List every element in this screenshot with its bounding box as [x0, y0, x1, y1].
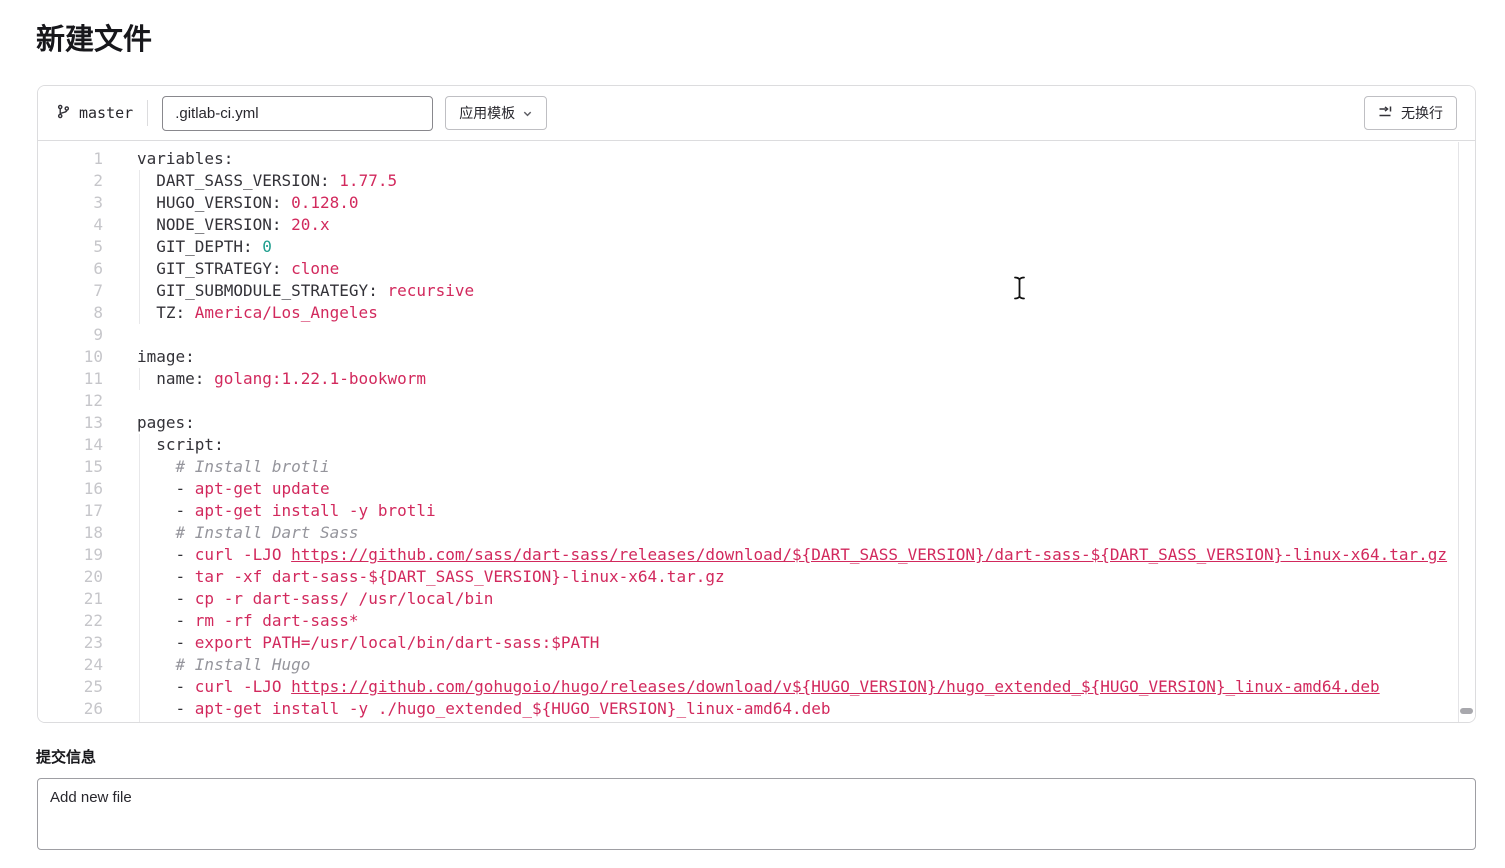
editor-toolbar: master 应用模板 无换行: [38, 86, 1475, 141]
line-number: 23: [38, 632, 103, 654]
apply-template-label: 应用模板: [459, 103, 515, 123]
line-number: 16: [38, 478, 103, 500]
line-number: 9: [38, 324, 103, 346]
code-line: 16 - apt-get update: [38, 478, 1475, 500]
code-line: 5 GIT_DEPTH: 0: [38, 236, 1475, 258]
line-number: 18: [38, 522, 103, 544]
code-line-content: # Install Hugo: [137, 654, 310, 676]
code-line: 3 HUGO_VERSION: 0.128.0: [38, 192, 1475, 214]
line-number: 24: [38, 654, 103, 676]
code-line-content: - rm -rf hugo_extended_${HUGO_VERSION}_l…: [137, 720, 696, 722]
code-line: 26 - apt-get install -y ./hugo_extended_…: [38, 698, 1475, 720]
code-line-content: variables:: [137, 148, 233, 170]
code-line: 2 DART_SASS_VERSION: 1.77.5: [38, 170, 1475, 192]
code-line: 15 # Install brotli: [38, 456, 1475, 478]
code-line: 8 TZ: America/Los_Angeles: [38, 302, 1475, 324]
page-title: 新建文件: [36, 16, 152, 58]
line-number: 27: [38, 720, 103, 722]
chevron-down-icon: [522, 106, 533, 122]
code-line: 14 script:: [38, 434, 1475, 456]
code-line: 10 image:: [38, 346, 1475, 368]
code-line-content: NODE_VERSION: 20.x: [137, 214, 330, 236]
code-line-content: - curl -LJO https://github.com/gohugoio/…: [137, 676, 1380, 698]
line-number: 10: [38, 346, 103, 368]
code-line-content: - cp -r dart-sass/ /usr/local/bin: [137, 588, 493, 610]
scrollbar-thumb[interactable]: [1460, 708, 1473, 714]
line-number: 20: [38, 566, 103, 588]
line-number: 22: [38, 610, 103, 632]
code-line: 22 - rm -rf dart-sass*: [38, 610, 1475, 632]
commit-message-input[interactable]: Add new file: [37, 778, 1476, 850]
git-branch-icon: [56, 104, 71, 123]
code-line: 7 GIT_SUBMODULE_STRATEGY: recursive: [38, 280, 1475, 302]
line-number: 6: [38, 258, 103, 280]
line-number: 8: [38, 302, 103, 324]
code-line-content: # Install Dart Sass: [137, 522, 359, 544]
line-number: 4: [38, 214, 103, 236]
code-line: 25 - curl -LJO https://github.com/gohugo…: [38, 676, 1475, 698]
code-line-content: GIT_STRATEGY: clone: [137, 258, 339, 280]
no-wrap-label: 无换行: [1401, 103, 1443, 123]
code-line: 19 - curl -LJO https://github.com/sass/d…: [38, 544, 1475, 566]
line-number: 12: [38, 390, 103, 412]
filename-input[interactable]: [162, 96, 433, 131]
scrollbar-track: [1458, 142, 1459, 722]
code-line-content: TZ: America/Los_Angeles: [137, 302, 378, 324]
code-line: 20 - tar -xf dart-sass-${DART_SASS_VERSI…: [38, 566, 1475, 588]
apply-template-button[interactable]: 应用模板: [445, 96, 547, 130]
code-line-content: HUGO_VERSION: 0.128.0: [137, 192, 359, 214]
line-number: 11: [38, 368, 103, 390]
code-line: 27 - rm -rf hugo_extended_${HUGO_VERSION…: [38, 720, 1475, 722]
soft-wrap-icon: [1378, 104, 1394, 123]
branch-selector[interactable]: master: [56, 104, 133, 123]
code-line: 18 # Install Dart Sass: [38, 522, 1475, 544]
toolbar-divider: [147, 100, 148, 126]
code-line: 13 pages:: [38, 412, 1475, 434]
code-line-content: - apt-get update: [137, 478, 330, 500]
file-editor-card: master 应用模板 无换行 1v: [37, 85, 1476, 723]
line-number: 1: [38, 148, 103, 170]
code-line-content: GIT_SUBMODULE_STRATEGY: recursive: [137, 280, 474, 302]
code-line-content: GIT_DEPTH: 0: [137, 236, 272, 258]
line-number: 15: [38, 456, 103, 478]
line-number: 3: [38, 192, 103, 214]
code-line-content: # Install brotli: [137, 456, 330, 478]
code-line: 4 NODE_VERSION: 20.x: [38, 214, 1475, 236]
code-line-content: script:: [137, 434, 224, 456]
code-line: 12: [38, 390, 1475, 412]
code-line-content: - curl -LJO https://github.com/sass/dart…: [137, 544, 1447, 566]
code-line: 24 # Install Hugo: [38, 654, 1475, 676]
code-line-content: - tar -xf dart-sass-${DART_SASS_VERSION}…: [137, 566, 725, 588]
code-line: 23 - export PATH=/usr/local/bin/dart-sas…: [38, 632, 1475, 654]
code-line-content: DART_SASS_VERSION: 1.77.5: [137, 170, 397, 192]
line-number: 13: [38, 412, 103, 434]
code-line-content: name: golang:1.22.1-bookworm: [137, 368, 426, 390]
code-line: 17 - apt-get install -y brotli: [38, 500, 1475, 522]
line-number: 7: [38, 280, 103, 302]
line-number: 21: [38, 588, 103, 610]
code-line-content: - export PATH=/usr/local/bin/dart-sass:$…: [137, 632, 599, 654]
branch-name: master: [79, 104, 133, 122]
code-line-content: - apt-get install -y ./hugo_extended_${H…: [137, 698, 831, 720]
line-number: 5: [38, 236, 103, 258]
line-number: 25: [38, 676, 103, 698]
code-lines: 1variables:2 DART_SASS_VERSION: 1.77.53 …: [38, 148, 1475, 722]
line-number: 19: [38, 544, 103, 566]
line-number: 14: [38, 434, 103, 456]
code-line-content: pages:: [137, 412, 195, 434]
no-wrap-button[interactable]: 无换行: [1364, 96, 1457, 130]
code-line-content: - rm -rf dart-sass*: [137, 610, 359, 632]
code-editor[interactable]: 1variables:2 DART_SASS_VERSION: 1.77.53 …: [38, 142, 1475, 722]
code-line: 6 GIT_STRATEGY: clone: [38, 258, 1475, 280]
commit-message-label: 提交信息: [36, 746, 96, 767]
code-line: 21 - cp -r dart-sass/ /usr/local/bin: [38, 588, 1475, 610]
line-number: 17: [38, 500, 103, 522]
code-line: 9: [38, 324, 1475, 346]
line-number: 2: [38, 170, 103, 192]
code-line-content: image:: [137, 346, 195, 368]
code-line: 11 name: golang:1.22.1-bookworm: [38, 368, 1475, 390]
code-line: 1 variables:: [38, 148, 1475, 170]
code-line-content: - apt-get install -y brotli: [137, 500, 436, 522]
line-number: 26: [38, 698, 103, 720]
